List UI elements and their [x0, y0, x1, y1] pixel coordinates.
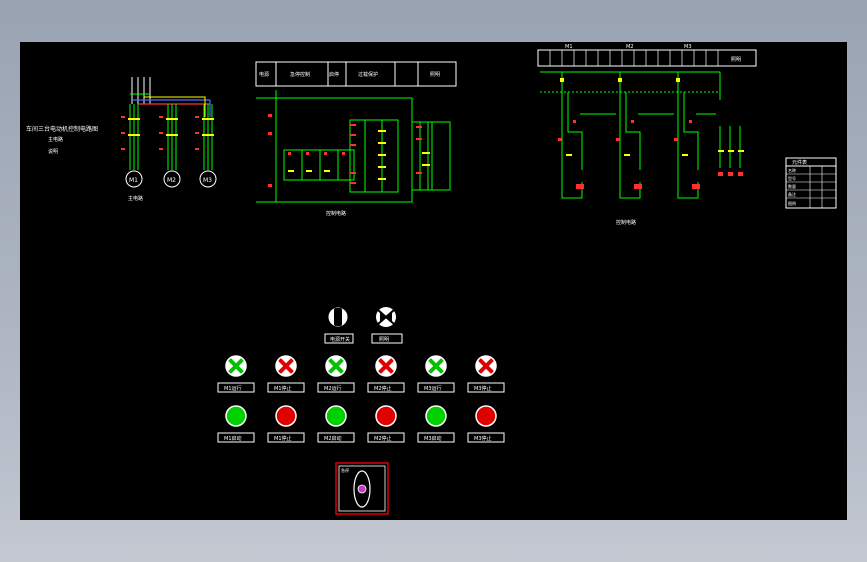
legend-row-1: 名称	[788, 167, 796, 173]
header-a-cell-3: 启停	[329, 71, 339, 78]
indicator-label-2: M1停止	[274, 385, 292, 392]
push-button-3[interactable]: M2启动	[317, 405, 355, 443]
legend-row-2: 型号	[788, 175, 796, 181]
estop-label: 急停	[341, 467, 349, 473]
header-b-group-4: 照明	[731, 57, 741, 63]
control-b-header-table: M1 M2 M3 照明	[537, 44, 757, 67]
button-label-6: M3停止	[474, 435, 492, 442]
button-label-2: M1停止	[274, 435, 292, 442]
legend-row-5: 图例	[788, 200, 796, 206]
indicator-lamp-3: M2运行	[317, 355, 355, 393]
emergency-stop-switch[interactable]: 急停	[335, 462, 389, 515]
indicator-label-4: M2停止	[374, 385, 392, 392]
indicator-label-3: M2运行	[324, 385, 342, 392]
main-circuit-caption: 主电路	[128, 195, 143, 202]
title-line-2: 主电路	[48, 136, 63, 143]
selector-knob[interactable]: 电源开关	[324, 306, 354, 344]
title-line-3: 说明	[48, 148, 58, 155]
main-power-circuit: M1 M2 M3 主电路	[121, 77, 217, 202]
indicator-lamp-1: M1运行	[217, 355, 255, 393]
push-button-1[interactable]: M1启动	[217, 405, 255, 443]
motor-m3-label: M3	[203, 177, 212, 184]
indicator-lamp-4: M2停止	[367, 355, 405, 393]
legend-row-3: 数量	[788, 183, 796, 189]
indicator-label-6: M3停止	[474, 385, 492, 392]
push-button-5[interactable]: M3启动	[417, 405, 455, 443]
button-label-5: M3启动	[424, 435, 442, 442]
legend-table: 元件表 名称 型号 数量 备注 图例	[785, 157, 837, 209]
knob-label-2: 照明	[379, 337, 389, 343]
indicator-label-5: M3运行	[424, 385, 442, 392]
push-button-6[interactable]: M3停止	[467, 405, 505, 443]
indicator-lamp-2: M1停止	[267, 355, 305, 393]
header-a-cell-1: 电源	[259, 71, 269, 78]
motor-m1-label: M1	[129, 177, 138, 184]
control-b-caption: 控制电路	[616, 219, 636, 226]
control-circuit-b: M1 M2 M3 照明 控制电路	[537, 44, 757, 226]
button-label-1: M1启动	[224, 435, 242, 442]
header-b-group-2: M2	[626, 44, 634, 50]
indicator-lamp-6: M3停止	[467, 355, 505, 393]
header-a-cell-4: 过载保护	[358, 71, 378, 78]
motor-m2-label: M2	[167, 177, 176, 184]
header-b-group-3: M3	[684, 44, 692, 50]
control-a-header-table: 电源 急停控制 启停 过载保护 照明	[255, 61, 457, 87]
title-block: 车间三台电动机控制电路图 主电路 说明	[26, 125, 98, 155]
control-a-caption: 控制电路	[326, 210, 346, 217]
indicator-lamps: M1运行 M1停止 M2运行 M2停止 M3运行 M3停止	[217, 355, 505, 393]
legend-header: 元件表	[792, 159, 807, 166]
button-label-4: M2停止	[374, 435, 392, 442]
control-circuit-a: 电源 急停控制 启停 过载保护 照明 控制电路	[255, 61, 457, 217]
drawing-canvas: 车间三台电动机控制电路图 主电路 说明 M1 M2 M3 主电路 电源 急停控制…	[20, 42, 847, 520]
title-line-1: 车间三台电动机控制电路图	[26, 125, 98, 133]
indicator-label-1: M1运行	[224, 385, 242, 392]
push-buttons[interactable]: M1启动 M1停止 M2启动 M2停止 M3启动 M3停止	[217, 405, 505, 443]
push-button-2[interactable]: M1停止	[267, 405, 305, 443]
header-a-cell-2: 急停控制	[290, 71, 310, 78]
push-button-4[interactable]: M2停止	[367, 405, 405, 443]
light-lamp: 照明	[371, 307, 403, 344]
button-label-3: M2启动	[324, 435, 342, 442]
knob-label-1: 电源开关	[330, 336, 350, 343]
header-a-cell-5: 照明	[430, 72, 440, 78]
legend-row-4: 备注	[788, 191, 796, 197]
header-b-group-1: M1	[565, 44, 573, 50]
indicator-lamp-5: M3运行	[417, 355, 455, 393]
